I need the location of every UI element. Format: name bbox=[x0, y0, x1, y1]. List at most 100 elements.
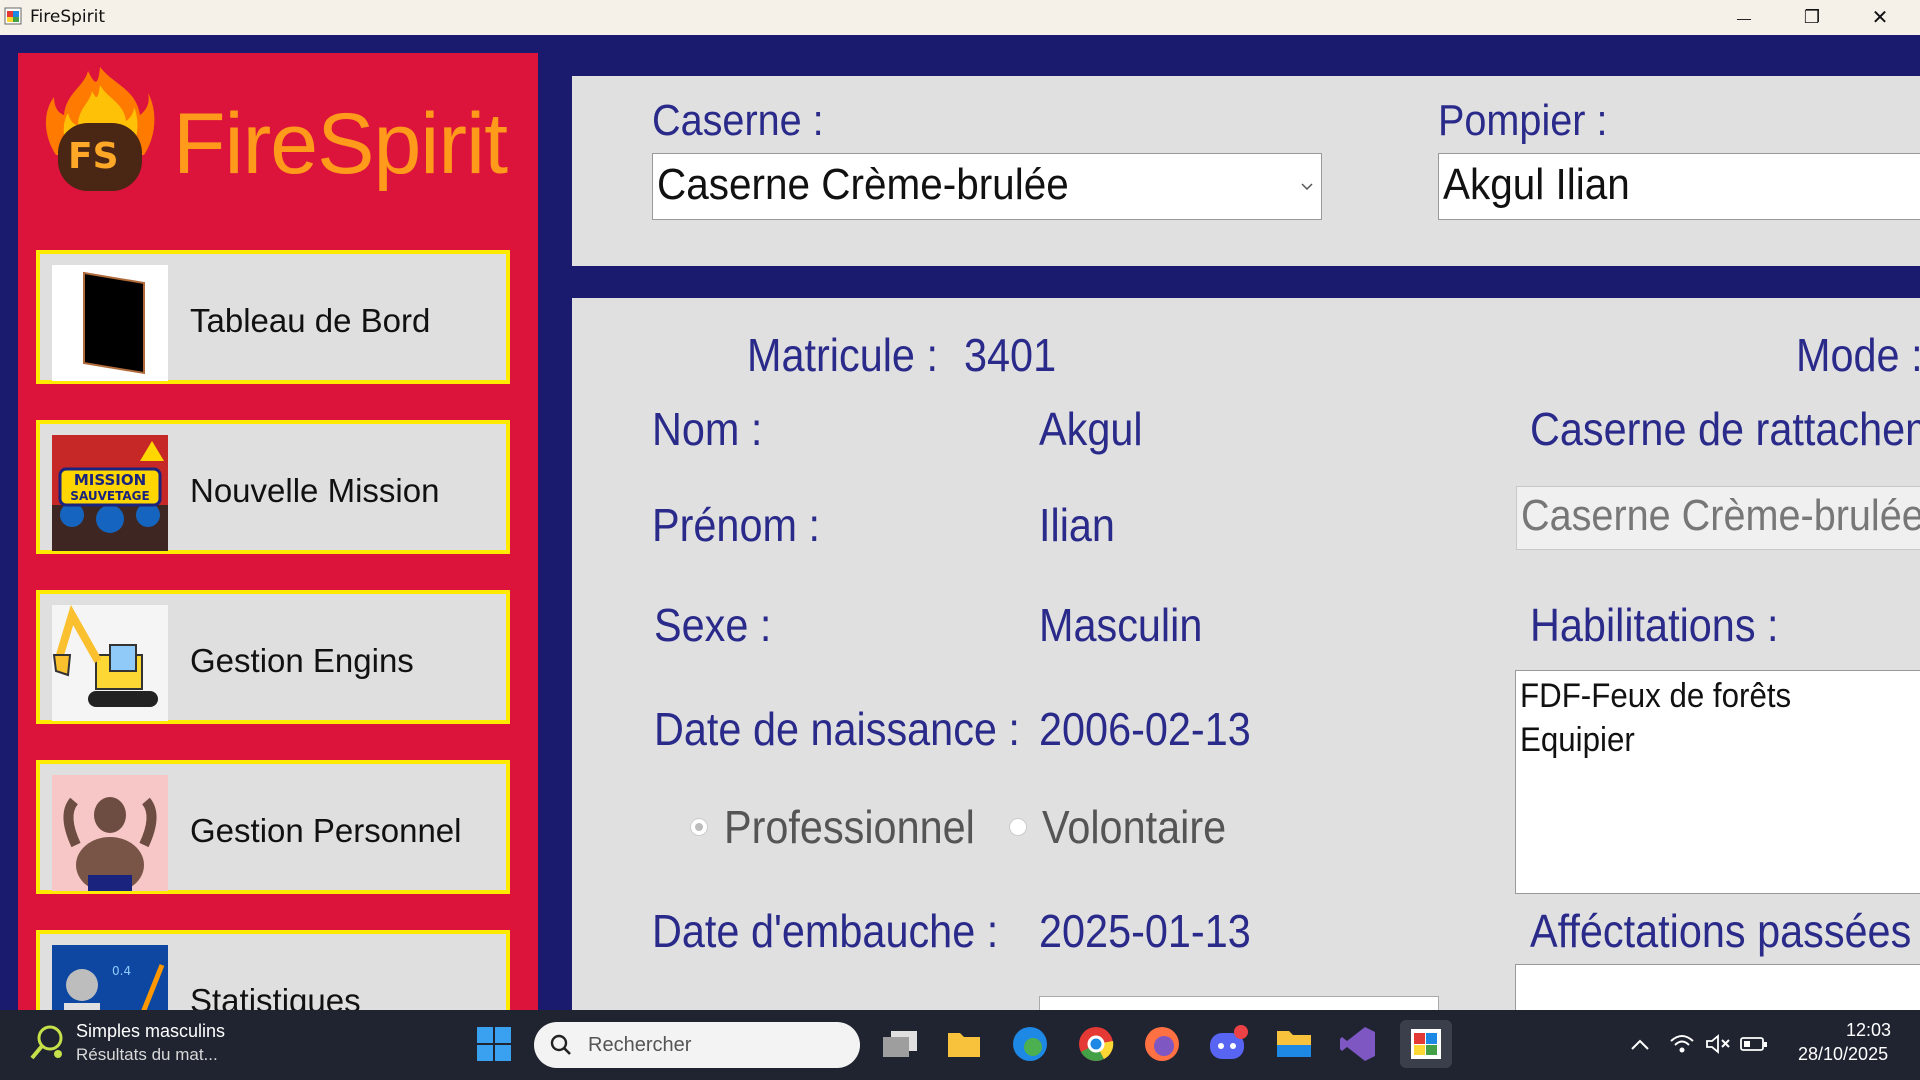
stock-chart-icon: 0.4 bbox=[52, 945, 168, 1010]
black-frame-icon bbox=[52, 265, 168, 381]
person-photo-icon bbox=[52, 775, 168, 891]
chrome-icon bbox=[1079, 1027, 1114, 1061]
volume-button[interactable] bbox=[1700, 1020, 1736, 1068]
mission-sauvetage-icon: MISSION SAUVETAGE bbox=[52, 435, 168, 551]
nom-label: Nom : bbox=[652, 403, 763, 455]
prenom-label: Prénom : bbox=[652, 499, 820, 551]
tennis-weather-icon[interactable] bbox=[28, 1024, 66, 1062]
caserne-rattachement-label: Caserne de rattachem bbox=[1530, 403, 1920, 455]
chrome-button[interactable] bbox=[1072, 1020, 1120, 1068]
taskbar-search[interactable]: Rechercher bbox=[534, 1022, 860, 1068]
excavator-icon bbox=[52, 605, 168, 721]
windows-start-button[interactable] bbox=[470, 1020, 518, 1068]
close-icon: ✕ bbox=[1871, 7, 1889, 29]
sidebar: FS FireSpirit Tableau de Bord MISSION SA… bbox=[18, 53, 538, 1010]
wifi-button[interactable] bbox=[1664, 1020, 1700, 1068]
folder-app-button[interactable] bbox=[1270, 1020, 1318, 1068]
search-placeholder: Rechercher bbox=[588, 1034, 692, 1056]
mode-label: Mode : bbox=[1796, 329, 1920, 381]
widget-title[interactable]: Simples masculins bbox=[76, 1021, 225, 1042]
chevron-down-icon bbox=[1301, 183, 1313, 191]
nav-label: Tableau de Bord bbox=[190, 302, 431, 339]
visual-studio-icon bbox=[1340, 1027, 1375, 1061]
sexe-label: Sexe : bbox=[654, 599, 772, 651]
nav-tableau-de-bord[interactable]: Tableau de Bord bbox=[36, 250, 510, 384]
nav-label: Statistiques bbox=[190, 982, 361, 1010]
pompier-details-panel: Matricule : 3401 Mode : Nom : Akgul Prén… bbox=[572, 298, 1920, 1010]
close-button[interactable]: ✕ bbox=[1846, 0, 1914, 35]
window-title: FireSpirit bbox=[30, 7, 106, 27]
affectations-list[interactable] bbox=[1515, 964, 1920, 1010]
nav-label: Gestion Engins bbox=[190, 642, 414, 679]
date-naissance-label: Date de naissance : bbox=[654, 703, 1020, 755]
caserne-rattachement-field[interactable]: Caserne Crème-brulée bbox=[1516, 486, 1920, 550]
search-icon bbox=[550, 1034, 571, 1055]
windows-icon bbox=[477, 1027, 511, 1061]
date-embauche-label: Date d'embauche : bbox=[652, 905, 999, 957]
edge-button[interactable] bbox=[1006, 1020, 1054, 1068]
radio-volontaire[interactable] bbox=[1009, 818, 1027, 836]
sexe-value: Masculin bbox=[1039, 599, 1203, 651]
folder-icon bbox=[948, 1033, 980, 1057]
firefox-button[interactable] bbox=[1138, 1020, 1186, 1068]
svg-text:0.4: 0.4 bbox=[112, 964, 131, 978]
nav-statistiques[interactable]: 0.4 Statistiques bbox=[36, 930, 510, 1010]
caserne-rattachement-value: Caserne Crème-brulée bbox=[1521, 491, 1920, 540]
pompier-select[interactable]: Akgul Ilian bbox=[1438, 153, 1920, 220]
radio-professionnel-label: Professionnel bbox=[724, 801, 975, 853]
nom-value: Akgul bbox=[1039, 403, 1143, 455]
restore-button[interactable]: ❐ bbox=[1778, 0, 1846, 35]
minimize-icon: — bbox=[1737, 9, 1751, 26]
task-view-icon bbox=[883, 1031, 917, 1057]
chevron-up-icon bbox=[1631, 1039, 1649, 1050]
battery-button[interactable] bbox=[1736, 1020, 1772, 1068]
date-embauche-value: 2025-01-13 bbox=[1039, 905, 1251, 957]
firespirit-taskbar-button[interactable] bbox=[1400, 1020, 1452, 1068]
volume-muted-icon bbox=[1706, 1034, 1730, 1054]
caserne-label: Caserne : bbox=[652, 96, 824, 145]
task-view-button[interactable] bbox=[876, 1020, 924, 1068]
widget-subtitle[interactable]: Résultats du mat... bbox=[76, 1045, 218, 1065]
matricule-value: 3401 bbox=[964, 329, 1057, 381]
nav-gestion-personnel[interactable]: Gestion Personnel bbox=[36, 760, 510, 894]
title-bar: FireSpirit — ❐ ✕ bbox=[0, 0, 1920, 35]
visual-studio-button[interactable] bbox=[1334, 1020, 1382, 1068]
list-item[interactable]: Equipier bbox=[1520, 721, 1635, 760]
edge-icon bbox=[1013, 1027, 1047, 1061]
nav-gestion-engins[interactable]: Gestion Engins bbox=[36, 590, 510, 724]
logo-text: FireSpirit bbox=[173, 96, 508, 192]
nav-nouvelle-mission[interactable]: MISSION SAUVETAGE Nouvelle Mission bbox=[36, 420, 510, 554]
list-item[interactable]: FDF-Feux de forêts bbox=[1520, 677, 1791, 716]
radio-professionnel[interactable] bbox=[690, 818, 708, 836]
clock-time[interactable]: 12:03 bbox=[1846, 1020, 1891, 1041]
caserne-select-value: Caserne Crème-brulée bbox=[657, 160, 1069, 209]
clock-date[interactable]: 28/10/2025 bbox=[1798, 1044, 1888, 1065]
nav-label: Nouvelle Mission bbox=[190, 472, 440, 509]
minimize-button[interactable]: — bbox=[1710, 0, 1778, 35]
affectations-label: Afféctations passées : bbox=[1530, 905, 1920, 957]
firespirit-app-icon bbox=[1411, 1029, 1441, 1059]
svg-text:SAUVETAGE: SAUVETAGE bbox=[70, 489, 149, 503]
radio-volontaire-label: Volontaire bbox=[1042, 801, 1227, 853]
logo-badge: FS bbox=[68, 136, 119, 177]
matricule-label: Matricule : bbox=[747, 329, 938, 381]
date-naissance-value: 2006-02-13 bbox=[1039, 703, 1251, 755]
discord-button[interactable] bbox=[1204, 1020, 1252, 1068]
svg-text:MISSION: MISSION bbox=[74, 471, 146, 489]
embauche-input[interactable] bbox=[1039, 996, 1439, 1010]
nav-label: Gestion Personnel bbox=[190, 812, 462, 849]
selection-panel: Caserne : Caserne Crème-brulée Pompier :… bbox=[572, 76, 1920, 266]
discord-icon bbox=[1210, 1025, 1248, 1059]
caserne-select[interactable]: Caserne Crème-brulée bbox=[652, 153, 1322, 220]
habilitations-list[interactable]: FDF-Feux de forêts Equipier bbox=[1515, 670, 1920, 894]
battery-icon bbox=[1740, 1037, 1767, 1051]
prenom-value: Ilian bbox=[1039, 499, 1115, 551]
restore-icon: ❐ bbox=[1803, 7, 1821, 27]
firefox-icon bbox=[1145, 1027, 1179, 1061]
folder-blue-icon bbox=[1277, 1031, 1311, 1057]
app-icon bbox=[4, 7, 22, 25]
show-hidden-icons-button[interactable] bbox=[1616, 1020, 1664, 1068]
pompier-select-value: Akgul Ilian bbox=[1443, 160, 1630, 209]
pompier-label: Pompier : bbox=[1438, 96, 1608, 145]
file-explorer-button[interactable] bbox=[940, 1020, 988, 1068]
